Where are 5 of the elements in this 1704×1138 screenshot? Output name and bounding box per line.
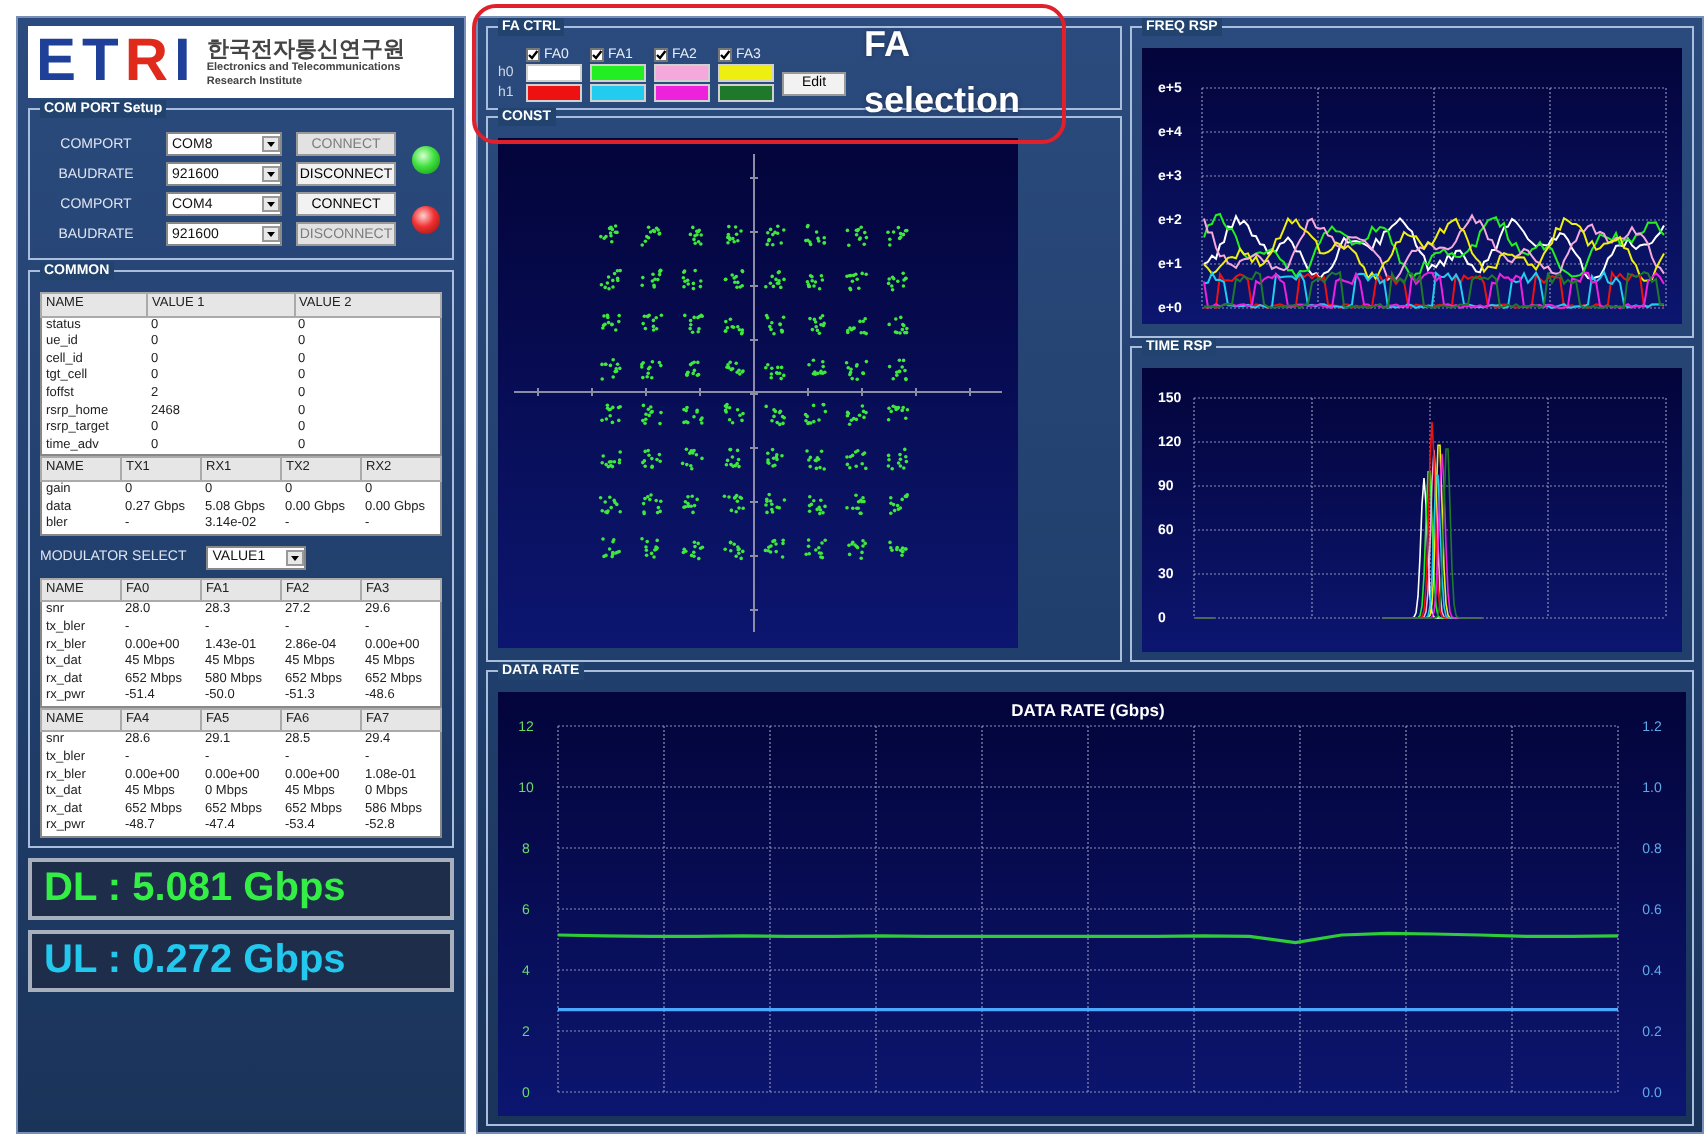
rate-readout: UL : 0.272 Gbps	[28, 930, 454, 993]
rate-readout: DL : 5.081 Gbps	[28, 858, 454, 921]
chart-title: DATA RATE (Gbps)	[1011, 700, 1165, 720]
logo-wordmark: ETRI	[36, 32, 197, 92]
institute-name: 한국전자통신연구원	[206, 36, 405, 62]
